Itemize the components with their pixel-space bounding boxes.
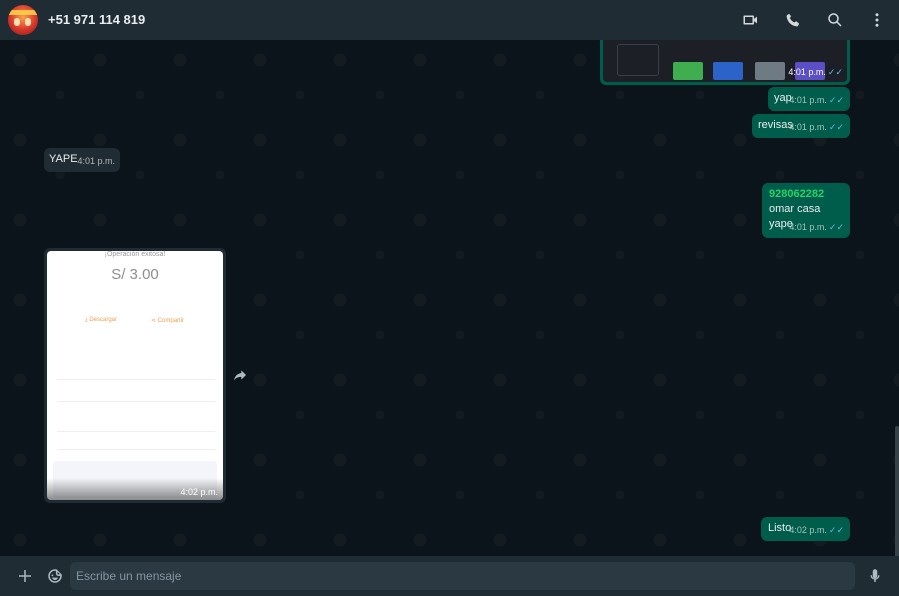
- download-link: ⤓ Descargar: [85, 317, 118, 323]
- avatar-graphic: [8, 10, 38, 15]
- message-input[interactable]: [70, 562, 855, 590]
- microphone-icon[interactable]: [865, 566, 885, 586]
- chat-header: +51 971 114 819: [0, 0, 899, 40]
- receipt-title: ¡Operación exitosa!: [104, 251, 166, 258]
- image-thumbnail-detail: [617, 44, 659, 76]
- message-time: 4:01 p.m. ✓✓: [788, 67, 843, 77]
- image-thumbnail-detail: [713, 62, 743, 80]
- outgoing-message[interactable]: yap 4:01 p.m. ✓✓: [768, 87, 850, 111]
- contact-name[interactable]: +51 971 114 819: [48, 12, 145, 27]
- avatar-graphic: [25, 18, 31, 26]
- phone-number-link[interactable]: 928062282: [769, 187, 843, 202]
- message-time: 4:01 p.m.: [77, 156, 115, 166]
- receipt-date: [47, 291, 223, 296]
- outgoing-message[interactable]: revisas 4:01 p.m. ✓✓: [752, 114, 850, 138]
- message-time: 4:01 p.m. ✓✓: [789, 95, 844, 105]
- message-time: 4:02 p.m.: [180, 487, 218, 497]
- message-composer: [0, 556, 899, 596]
- sticker-emoji-icon[interactable]: [45, 566, 65, 586]
- receipt-amount: S/ 3.00: [111, 266, 159, 283]
- search-icon[interactable]: [825, 10, 845, 30]
- message-text: revisas: [758, 119, 793, 131]
- image-thumbnail: 4:01 p.m. ✓✓: [603, 40, 847, 82]
- receipt-row: [57, 387, 215, 402]
- read-receipt-icon: ✓✓: [828, 525, 844, 535]
- outgoing-message[interactable]: Listo 4:02 p.m. ✓✓: [761, 517, 850, 541]
- image-thumbnail-detail: [755, 62, 785, 80]
- attach-plus-icon[interactable]: [15, 566, 35, 586]
- message-time: 4:01 p.m. ✓✓: [789, 122, 844, 132]
- read-receipt-icon: ✓✓: [827, 67, 843, 77]
- message-text: omar casa: [769, 203, 821, 215]
- video-call-icon[interactable]: [741, 10, 761, 30]
- read-receipt-icon: ✓✓: [828, 122, 844, 132]
- message-time: 4:01 p.m. ✓✓: [789, 222, 844, 232]
- read-receipt-icon: ✓✓: [828, 222, 844, 232]
- contact-avatar[interactable]: [8, 5, 38, 35]
- forward-icon[interactable]: [232, 367, 250, 385]
- receipt-row: [57, 351, 215, 380]
- avatar-graphic: [14, 18, 20, 26]
- chat-scrollbar[interactable]: [895, 426, 899, 556]
- image-message[interactable]: 4:01 p.m. ✓✓: [600, 40, 850, 85]
- share-link: ⋖ Compartir: [151, 318, 185, 324]
- receipt-image: ¡Operación exitosa! S/ 3.00 ⤓ Descargar …: [47, 251, 223, 500]
- incoming-message[interactable]: YAPE 4:01 p.m.: [44, 148, 120, 172]
- image-thumbnail-detail: [673, 62, 703, 80]
- menu-icon[interactable]: [867, 10, 887, 30]
- message-text: YAPE: [49, 153, 78, 165]
- image-message[interactable]: ¡Operación exitosa! S/ 3.00 ⤓ Descargar …: [44, 248, 226, 503]
- message-time: 4:02 p.m. ✓✓: [789, 525, 844, 535]
- voice-call-icon[interactable]: [783, 10, 803, 30]
- read-receipt-icon: ✓✓: [828, 95, 844, 105]
- outgoing-message[interactable]: 928062282 omar casa yape 4:01 p.m. ✓✓: [762, 183, 850, 238]
- chat-area[interactable]: 4:01 p.m. ✓✓ yap 4:01 p.m. ✓✓ revisas 4:01…: [0, 40, 899, 556]
- receipt-row: [57, 437, 215, 450]
- receipt-row: [57, 409, 215, 432]
- message-text: Listo: [768, 522, 792, 534]
